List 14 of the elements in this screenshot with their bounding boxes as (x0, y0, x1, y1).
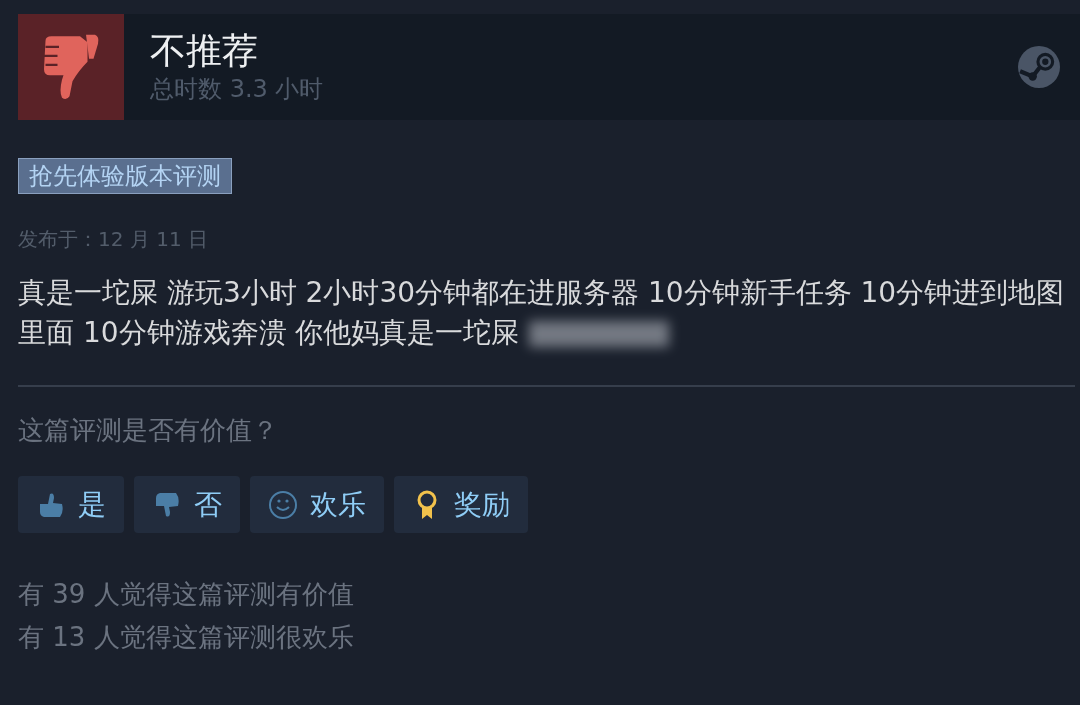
verdict-title: 不推荐 (150, 29, 259, 73)
vote-count-text: 有 13 人觉得这篇评测很欢乐 (18, 621, 354, 654)
helpful-question: 这篇评测是否有价值？ (18, 414, 278, 447)
vote-button[interactable]: 否 (134, 476, 240, 533)
playtime-text: 总时数 3.3 小时 (150, 74, 325, 105)
posted-date: 发布于：12 月 11 日 (18, 226, 208, 253)
smiley-icon (268, 489, 298, 520)
vote-count-text: 有 39 人觉得这篇评测有价值 (18, 578, 354, 611)
review-text: 真是一坨屎 游玩3小时 2小时30分钟都在进服务器 10分钟新手任务 10分钟进到地图里面 10分钟游戏奔溃 你他妈真是一坨屎 (18, 275, 1066, 351)
vote-button[interactable]: 欢乐 (250, 476, 384, 533)
vote-button[interactable]: 奖励 (394, 476, 528, 533)
vote-button[interactable]: 是 (18, 476, 124, 533)
logo-icon (1018, 46, 1060, 88)
early-access-tag: 抢先体验版本评测 (18, 158, 232, 194)
